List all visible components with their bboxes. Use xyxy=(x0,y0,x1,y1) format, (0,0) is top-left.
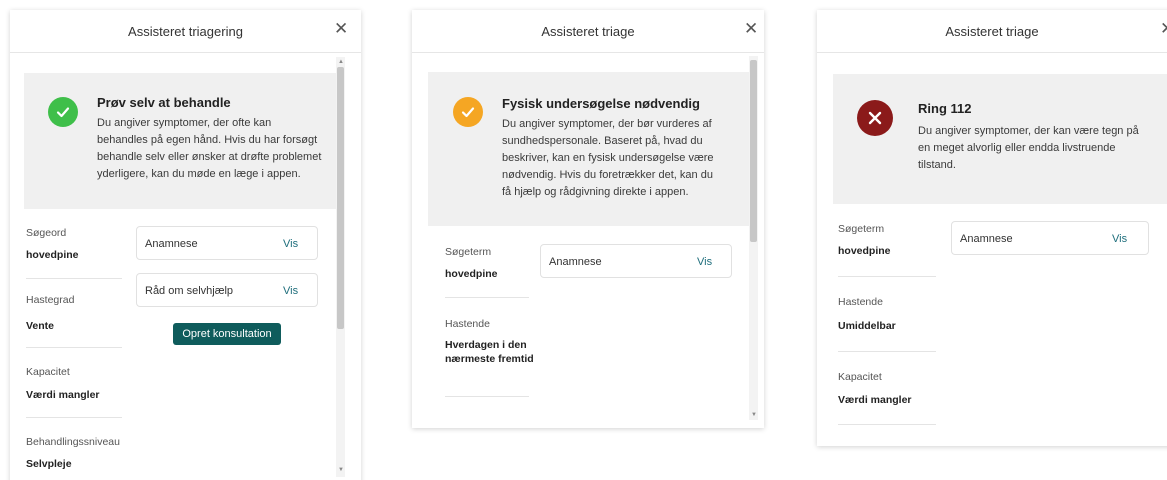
dialog-title: Assisteret triage xyxy=(541,24,635,39)
field-label-capacity: Kapacitet xyxy=(26,366,70,378)
divider xyxy=(26,278,122,279)
dialog-title: Assisteret triagering xyxy=(128,24,243,39)
triage-dialog-examination: Assisteret triage ✕ Fysisk undersøgelse … xyxy=(412,10,764,428)
card-label: Råd om selvhjælp xyxy=(145,285,234,297)
triage-dialog-self-care: Assisteret triagering ✕ Prøv selv at beh… xyxy=(10,10,361,480)
scroll-down-icon[interactable]: ▼ xyxy=(338,467,344,473)
divider xyxy=(445,396,529,397)
scrollbar[interactable]: ▲ ▼ xyxy=(336,57,345,477)
field-label-urgency: Hastende xyxy=(445,318,490,330)
field-label-search-word: Søgeord xyxy=(26,227,67,239)
divider xyxy=(445,297,529,298)
result-box: Fysisk undersøgelse nødvendig Du angiver… xyxy=(428,72,750,226)
field-value-capacity: Værdi mangler xyxy=(838,394,912,406)
field-value-treatment-level: Selvpleje xyxy=(26,458,72,470)
scrollbar[interactable]: ▼ xyxy=(749,56,758,420)
field-value-urgency: Hverdagen i den nærmeste fremtid xyxy=(445,339,534,365)
dialog-header: Assisteret triage ✕ xyxy=(817,10,1167,53)
divider xyxy=(26,347,122,348)
anamnesis-card[interactable]: Anamnese Vis xyxy=(951,221,1149,255)
close-icon[interactable]: ✕ xyxy=(744,20,758,37)
dialog-header: Assisteret triage ✕ xyxy=(412,10,764,53)
create-consultation-button[interactable]: Opret konsultation xyxy=(173,323,281,345)
field-value-search-word: hovedpine xyxy=(26,249,79,261)
result-heading: Fysisk undersøgelse nødvendig xyxy=(502,96,700,111)
show-anamnesis-link[interactable]: Vis xyxy=(697,256,712,268)
close-icon[interactable]: ✕ xyxy=(334,20,348,37)
field-label-treatment-level: Behandlingssniveau xyxy=(26,436,120,448)
field-value-search-term: hovedpine xyxy=(445,268,498,280)
field-label-urgency: Hastegrad xyxy=(26,294,75,306)
field-label-search-term: Søgeterm xyxy=(838,223,885,235)
show-anamnesis-link[interactable]: Vis xyxy=(1112,233,1127,245)
divider xyxy=(838,276,936,277)
scrollbar-thumb[interactable] xyxy=(337,67,344,329)
self-help-card[interactable]: Råd om selvhjælp Vis xyxy=(136,273,318,307)
triage-dialog-emergency: Assisteret triage ✕ Ring 112 Du angiver … xyxy=(817,10,1167,446)
close-icon[interactable]: ✕ xyxy=(1160,20,1167,37)
divider xyxy=(838,351,936,352)
field-label-urgency: Hastende xyxy=(838,296,883,308)
field-value-urgency: Vente xyxy=(26,320,55,332)
divider xyxy=(838,424,936,425)
scroll-up-icon[interactable]: ▲ xyxy=(338,59,344,65)
show-self-help-link[interactable]: Vis xyxy=(283,285,298,297)
card-label: Anamnese xyxy=(960,233,1013,245)
dialog-title: Assisteret triage xyxy=(945,24,1039,39)
result-description: Du angiver symptomer, der bør vurderes a… xyxy=(502,118,714,198)
show-anamnesis-link[interactable]: Vis xyxy=(283,238,298,250)
anamnesis-card[interactable]: Anamnese Vis xyxy=(136,226,318,260)
checkmark-icon xyxy=(48,97,78,127)
card-label: Anamnese xyxy=(549,256,602,268)
field-label-capacity: Kapacitet xyxy=(838,371,882,383)
field-value-capacity: Værdi mangler xyxy=(26,389,100,401)
scrollbar-thumb[interactable] xyxy=(750,60,757,242)
result-description: Du angiver symptomer, der kan være tegn … xyxy=(918,125,1139,171)
field-label-search-term: Søgeterm xyxy=(445,246,492,258)
field-value-urgency: Umiddelbar xyxy=(838,320,896,332)
result-heading: Prøv selv at behandle xyxy=(97,95,231,110)
divider xyxy=(26,417,122,418)
result-box: Ring 112 Du angiver symptomer, der kan v… xyxy=(833,74,1167,204)
x-icon xyxy=(857,100,893,136)
field-value-search-term: hovedpine xyxy=(838,245,891,257)
anamnesis-card[interactable]: Anamnese Vis xyxy=(540,244,732,278)
card-label: Anamnese xyxy=(145,238,198,250)
result-box: Prøv selv at behandle Du angiver symptom… xyxy=(24,73,336,209)
scroll-down-icon[interactable]: ▼ xyxy=(751,412,757,418)
result-description: Du angiver symptomer, der ofte kan behan… xyxy=(97,117,322,180)
result-heading: Ring 112 xyxy=(918,101,972,116)
dialog-header: Assisteret triagering ✕ xyxy=(10,10,361,53)
checkmark-icon xyxy=(453,97,483,127)
